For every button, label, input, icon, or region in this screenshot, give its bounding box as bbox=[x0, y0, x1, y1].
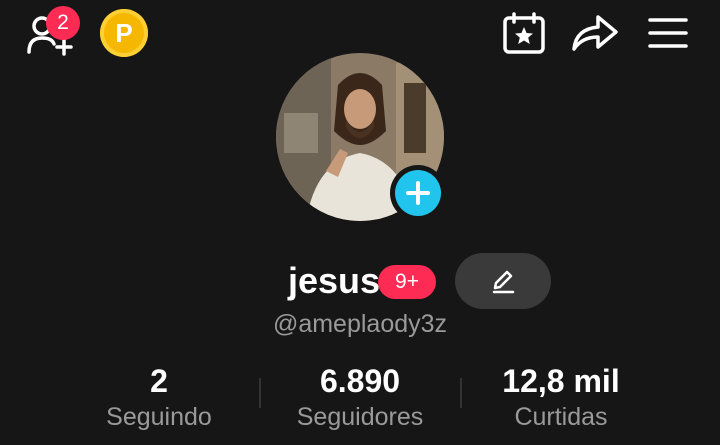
profile-name-row: jesus 9+ bbox=[0, 253, 720, 309]
likes-label: Curtidas bbox=[514, 403, 608, 431]
coins-button[interactable]: P bbox=[100, 9, 148, 57]
hamburger-menu-icon bbox=[648, 18, 688, 48]
likes-count: 12,8 mil bbox=[502, 363, 620, 399]
following-count: 2 bbox=[150, 363, 168, 399]
followers-label: Seguidores bbox=[296, 403, 424, 431]
creator-tools-button[interactable] bbox=[500, 10, 548, 56]
user-handle: @ameplaody3z bbox=[272, 310, 448, 338]
following-stat[interactable]: 2 Seguindo bbox=[74, 363, 244, 435]
likes-stat[interactable]: 12,8 mil Curtidas bbox=[476, 363, 646, 435]
friend-requests-badge: 2 bbox=[46, 6, 80, 40]
share-button[interactable] bbox=[568, 10, 622, 56]
followers-count: 6.890 bbox=[319, 363, 401, 399]
stat-divider bbox=[460, 378, 462, 408]
display-name: jesus bbox=[288, 260, 381, 301]
coin-icon: P bbox=[115, 17, 133, 48]
pencil-icon bbox=[492, 270, 515, 294]
profile-avatar-container bbox=[276, 53, 446, 221]
calendar-star-icon bbox=[503, 12, 545, 54]
plus-icon bbox=[406, 181, 430, 205]
notifications-badge[interactable]: 9+ bbox=[378, 265, 436, 299]
following-label: Seguindo bbox=[106, 403, 212, 431]
followers-stat[interactable]: 6.890 Seguidores bbox=[275, 363, 445, 435]
stat-divider bbox=[259, 378, 261, 408]
menu-button[interactable] bbox=[646, 12, 690, 54]
share-arrow-icon bbox=[572, 15, 618, 51]
edit-profile-button[interactable] bbox=[455, 253, 551, 309]
add-story-button[interactable] bbox=[390, 165, 446, 221]
add-friend-button[interactable]: 2 bbox=[24, 6, 84, 58]
